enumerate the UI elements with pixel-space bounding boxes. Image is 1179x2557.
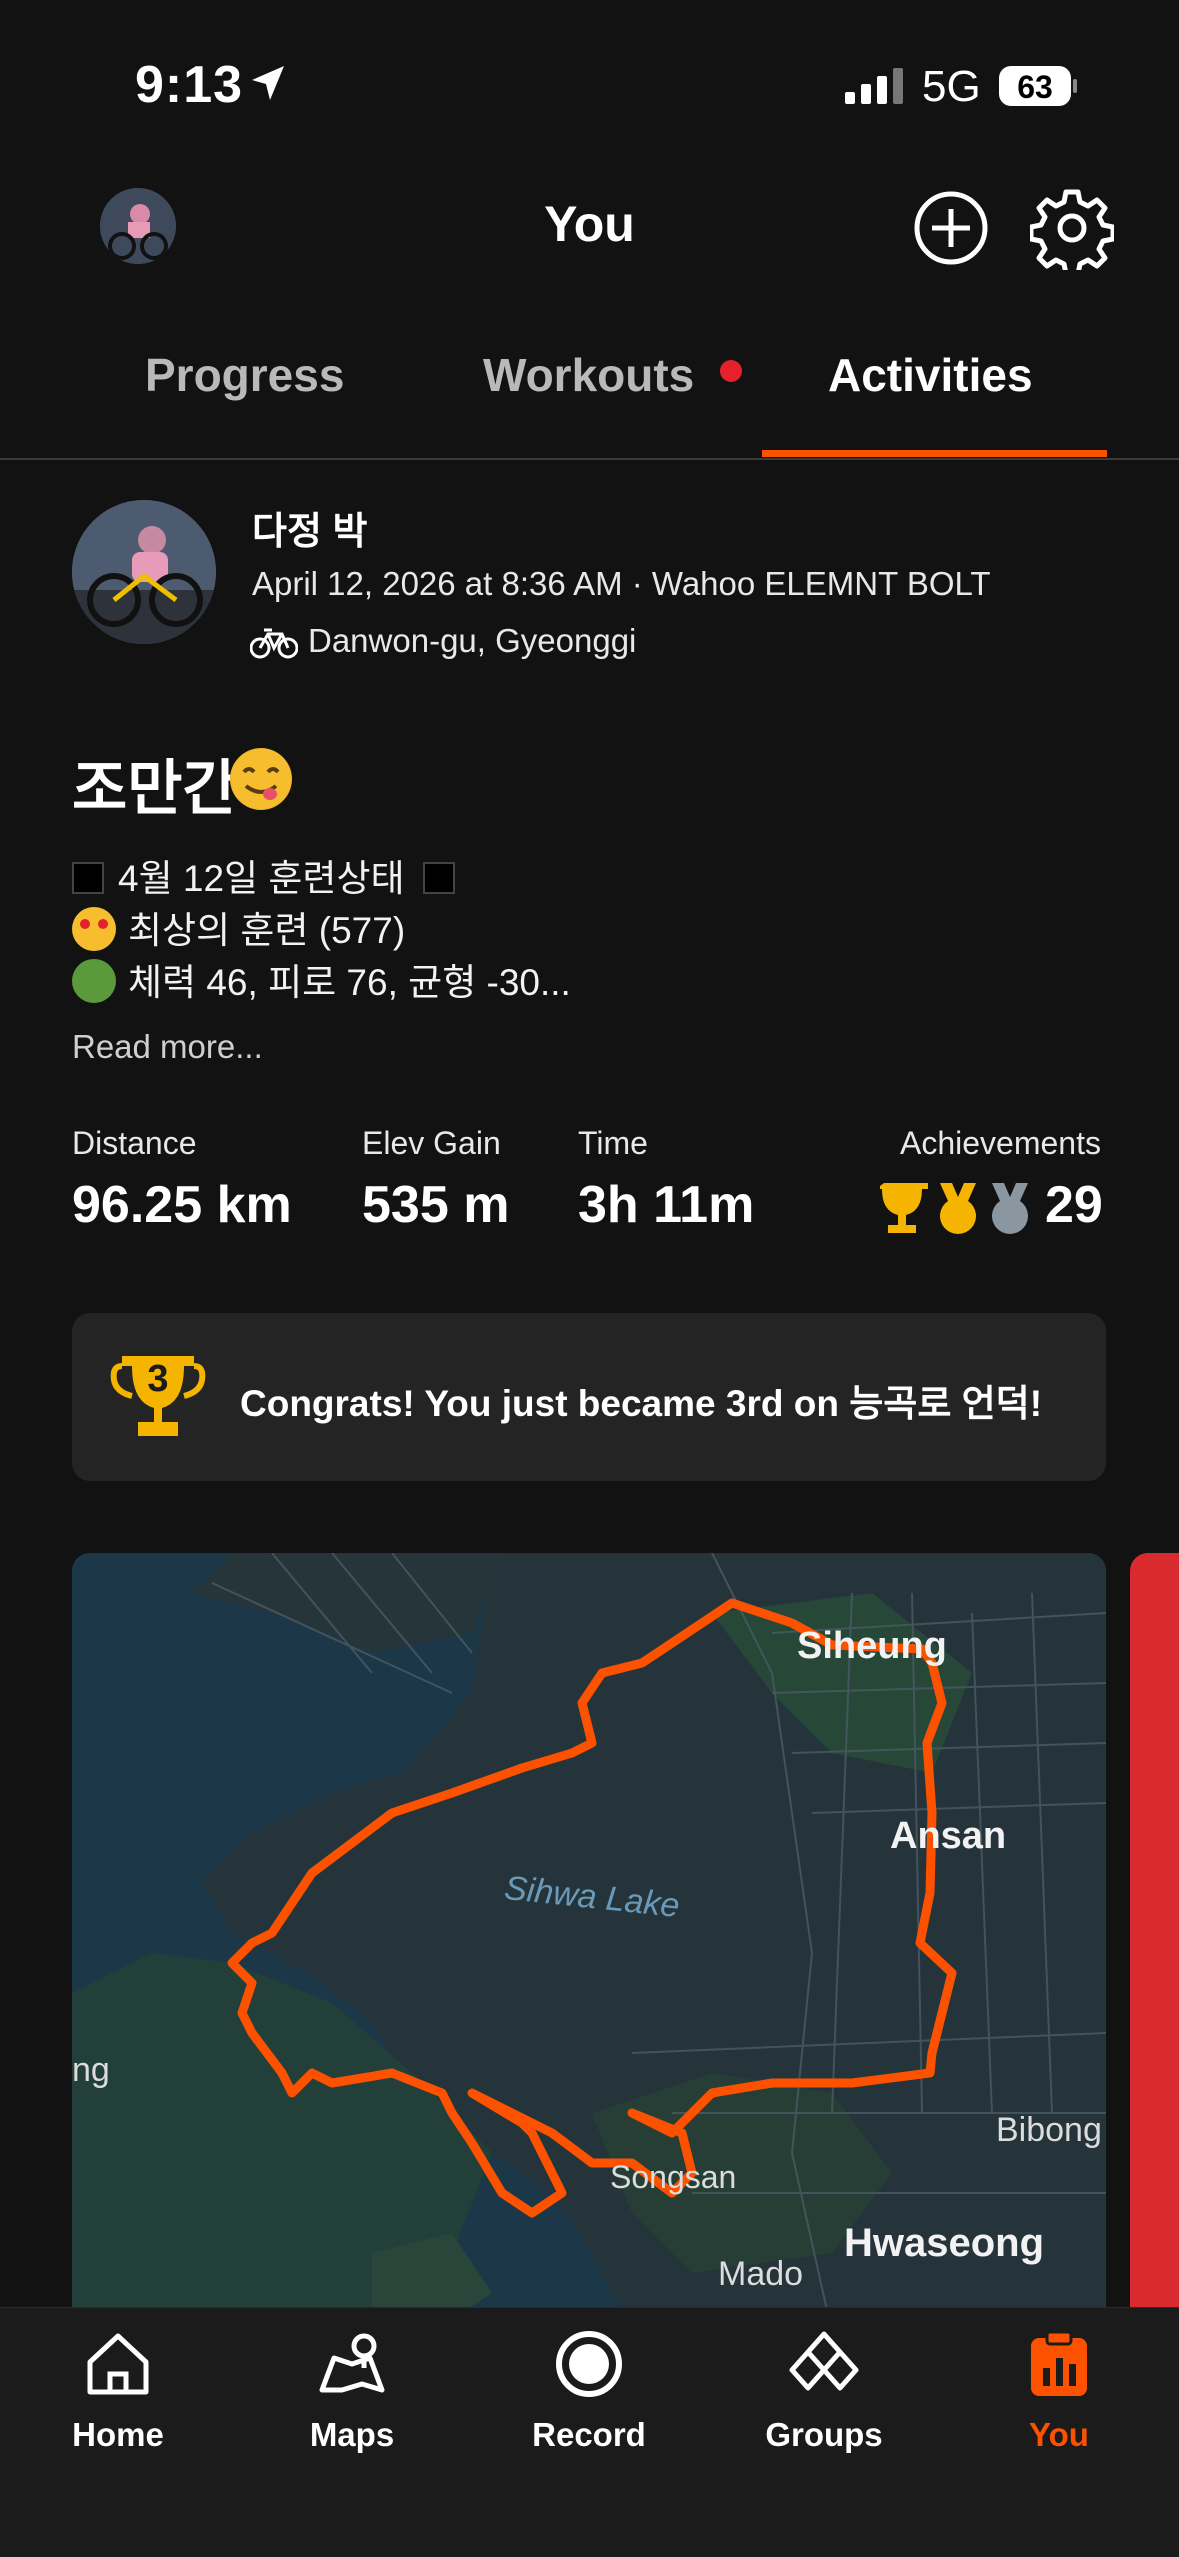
nav-you-label: You — [1029, 2416, 1089, 2453]
congrats-message: Congrats! You just became 3rd on 능곡로 언덕! — [240, 1383, 1043, 1424]
next-photo-preview[interactable] — [1130, 1553, 1179, 2333]
athlete-name[interactable]: 다정 박 — [252, 500, 367, 555]
bottom-navigation: Home Maps Record Groups You — [0, 2307, 1179, 2557]
tab-progress[interactable]: Progress — [145, 348, 344, 402]
black-square-icon — [72, 862, 104, 894]
map-label-siheung: Siheung — [797, 1625, 947, 1667]
map-label-ansan: Ansan — [890, 1815, 1007, 1857]
broccoli-icon — [72, 959, 116, 1003]
description-line-3: 체력 46, 피로 76, 균형 -30... — [72, 952, 571, 1006]
tab-activities[interactable]: Activities — [828, 348, 1033, 402]
description-text: 최상의 훈련 (577) — [128, 910, 406, 951]
distance-value: 96.25 km — [72, 1176, 292, 1234]
achievement-medals-icon[interactable] — [880, 1177, 1040, 1237]
battery-icon: 63 — [998, 65, 1078, 107]
elev-gain-value: 535 m — [362, 1176, 510, 1234]
nav-record[interactable]: Record — [504, 2328, 674, 2454]
achievements-label: Achievements — [900, 1125, 1101, 1161]
tab-workouts[interactable]: Workouts — [483, 348, 694, 402]
settings-gear-icon[interactable] — [1030, 186, 1114, 270]
notification-dot — [720, 360, 742, 382]
elev-gain-label: Elev Gain — [362, 1125, 501, 1161]
record-icon — [556, 2331, 622, 2397]
active-tab-indicator — [762, 450, 1107, 457]
distance-label: Distance — [72, 1125, 197, 1161]
description-line-1: 4월 12일 훈련상태 — [72, 848, 455, 902]
black-square-icon — [422, 862, 455, 894]
status-time: 9:13 — [135, 56, 244, 114]
nav-maps[interactable]: Maps — [267, 2328, 437, 2454]
trophy-rank: 3 — [147, 1358, 169, 1400]
athlete-avatar[interactable] — [72, 500, 216, 644]
description-text: 체력 46, 피로 76, 균형 -30... — [128, 962, 571, 1003]
map-label-mado: Mado — [718, 2255, 804, 2293]
achievements-count: 29 — [1045, 1176, 1103, 1234]
groups-icon — [789, 2331, 859, 2391]
activity-map[interactable]: Siheung Ansan Sihwa Lake Bibong Songsan … — [72, 1553, 1106, 2333]
map-label-bibong: Bibong — [996, 2111, 1102, 2149]
activity-meta: April 12, 2026 at 8:36 AM · Wahoo ELEMNT… — [252, 565, 991, 602]
activity-location: Danwon-gu, Gyeonggi — [308, 622, 637, 659]
map-label-partial: ng — [72, 2051, 110, 2089]
time-label: Time — [578, 1125, 648, 1161]
bike-icon — [250, 628, 298, 659]
map-label-hwaseong: Hwaseong — [844, 2221, 1045, 2265]
description-text: 4월 12일 훈련상태 — [118, 858, 405, 899]
you-clipboard-icon — [1031, 2330, 1087, 2396]
battery-level: 63 — [1017, 69, 1053, 105]
tab-bar: Progress Workouts Activities — [0, 320, 1179, 460]
time-value: 3h 11m — [578, 1176, 755, 1234]
nav-groups-label: Groups — [765, 2416, 883, 2453]
congrats-card[interactable]: 3 Congrats! You just became 3rd on 능곡로 언… — [72, 1313, 1106, 1481]
yum-face-icon — [230, 748, 292, 810]
home-icon — [87, 2333, 149, 2395]
nav-groups[interactable]: Groups — [739, 2328, 909, 2454]
description-line-2: 최상의 훈련 (577) — [72, 900, 405, 954]
activity-title[interactable]: 조만간 — [72, 740, 238, 827]
page-title: You — [544, 196, 635, 252]
trophy-icon: 3 — [108, 1348, 208, 1448]
network-type: 5G — [922, 62, 981, 111]
heart-eyes-icon — [72, 907, 116, 951]
read-more-link[interactable]: Read more... — [72, 1028, 263, 1066]
nav-home[interactable]: Home — [33, 2328, 203, 2454]
nav-you[interactable]: You — [974, 2328, 1144, 2454]
maps-icon — [319, 2333, 385, 2393]
nav-record-label: Record — [532, 2416, 646, 2453]
location-arrow-icon — [252, 66, 284, 100]
cell-signal-icon — [845, 68, 903, 104]
nav-home-label: Home — [72, 2416, 164, 2453]
map-label-songsan: Songsan — [610, 2159, 737, 2195]
nav-maps-label: Maps — [309, 2416, 395, 2453]
add-icon[interactable] — [912, 189, 990, 267]
